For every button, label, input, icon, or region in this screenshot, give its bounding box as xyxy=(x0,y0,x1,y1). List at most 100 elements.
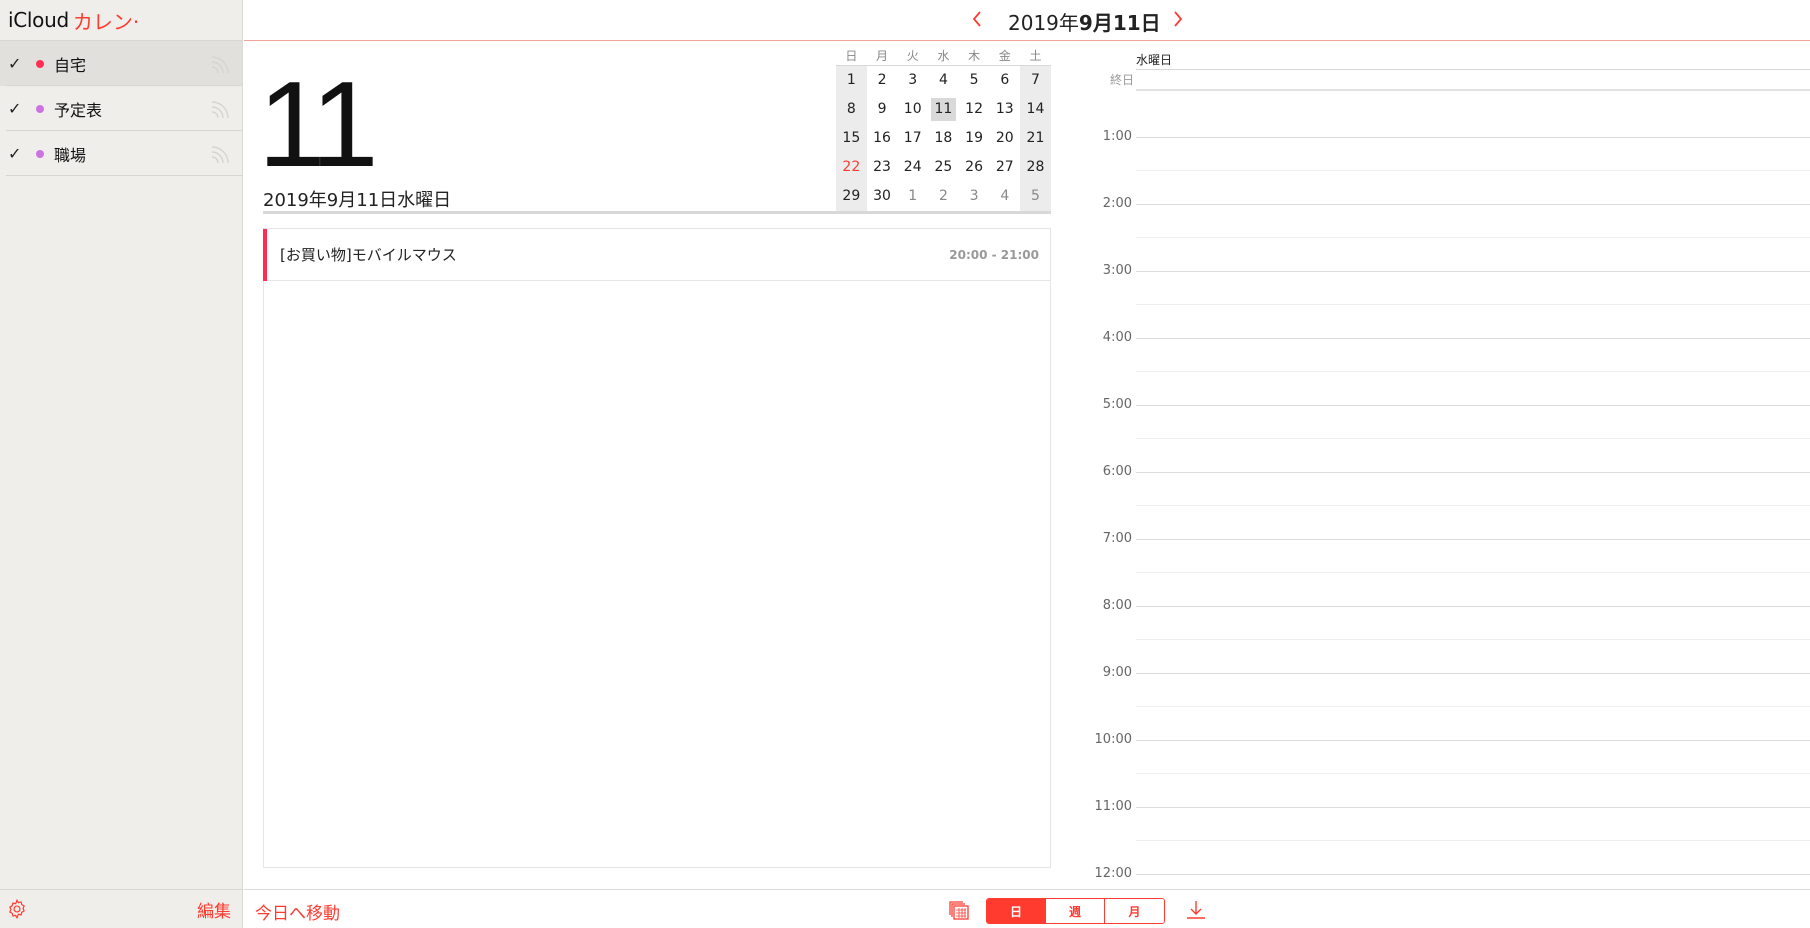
brand-calendar: カレン· xyxy=(72,9,140,34)
calendar-item-label: 予定表 xyxy=(54,100,103,120)
hour-row[interactable]: 5:00 xyxy=(1085,397,1810,472)
hour-line xyxy=(1136,606,1810,607)
day-cell[interactable]: 14 xyxy=(1020,95,1051,124)
half-hour-line xyxy=(1136,706,1810,707)
calendar-item-label: 自宅 xyxy=(54,55,87,75)
day-cell[interactable]: 25 xyxy=(928,153,959,182)
download-icon[interactable] xyxy=(1184,898,1208,922)
day-cell[interactable]: 5 xyxy=(959,66,990,95)
day-cell[interactable]: 2 xyxy=(928,182,959,211)
day-cell[interactable]: 12 xyxy=(959,95,990,124)
event-item[interactable]: [お買い物]モバイルマウス 20:00 - 21:00 xyxy=(263,229,1050,281)
day-cell[interactable]: 10 xyxy=(897,95,928,124)
calendars-stack-icon[interactable] xyxy=(947,899,971,921)
hour-row[interactable]: 6:00 xyxy=(1085,464,1810,539)
day-cell[interactable]: 17 xyxy=(897,124,928,153)
day-cell[interactable]: 20 xyxy=(989,124,1020,153)
hour-row[interactable]: 2:00 xyxy=(1085,196,1810,271)
edit-button[interactable]: 編集 xyxy=(197,897,231,922)
title-date: 9月11日 xyxy=(1078,11,1161,35)
hour-label: 9:00 xyxy=(1102,665,1132,680)
hour-row[interactable]: 8:00 xyxy=(1085,598,1810,673)
half-hour-line xyxy=(1136,840,1810,841)
day-cell[interactable]: 1 xyxy=(897,182,928,211)
day-cell[interactable]: 3 xyxy=(897,66,928,95)
go-to-today-button[interactable]: 今日へ移動 xyxy=(255,899,340,924)
hour-row[interactable]: 3:00 xyxy=(1085,263,1810,338)
day-cell[interactable]: 13 xyxy=(989,95,1020,124)
week-view-button[interactable]: 週 xyxy=(1046,899,1105,923)
day-cell[interactable]: 2 xyxy=(867,66,898,95)
previous-day-button[interactable] xyxy=(966,7,988,31)
month-view-button[interactable]: 月 xyxy=(1105,899,1164,923)
event-title: [お買い物]モバイルマウス xyxy=(280,246,457,264)
day-cell[interactable]: 22 xyxy=(836,153,867,182)
hour-line xyxy=(1136,405,1810,406)
hour-row[interactable]: 7:00 xyxy=(1085,531,1810,606)
hour-label: 3:00 xyxy=(1102,263,1132,278)
day-cell[interactable]: 30 xyxy=(867,182,898,211)
day-cell[interactable]: 1 xyxy=(836,66,867,95)
day-cell[interactable]: 26 xyxy=(959,153,990,182)
day-cell[interactable]: 9 xyxy=(867,95,898,124)
hour-line xyxy=(1136,874,1810,875)
day-cell[interactable]: 29 xyxy=(836,182,867,211)
next-day-button[interactable] xyxy=(1167,7,1189,31)
share-icon[interactable] xyxy=(208,143,232,165)
day-cell[interactable]: 7 xyxy=(1020,66,1051,95)
calendar-color-dot xyxy=(36,104,44,113)
weekday-label: 火 xyxy=(906,49,919,63)
app-title: iCloud カレン· xyxy=(0,0,242,41)
hour-row[interactable]: 1:00 xyxy=(1085,129,1810,204)
check-icon[interactable]: ✓ xyxy=(8,144,30,163)
event-time: 20:00 - 21:00 xyxy=(949,248,1039,262)
hour-row[interactable]: 9:00 xyxy=(1085,665,1810,740)
hour-label: 8:00 xyxy=(1102,598,1132,613)
day-cell[interactable]: 19 xyxy=(959,124,990,153)
day-cell[interactable]: 8 xyxy=(836,95,867,124)
full-date: 2019年9月11日水曜日 xyxy=(263,190,452,211)
share-icon[interactable] xyxy=(208,53,232,75)
hour-label: 2:00 xyxy=(1102,196,1132,211)
half-hour-line xyxy=(1136,304,1810,305)
day-timeline: 水曜日 終日 1:00 2:00 3:00 4:00 5:00 6:00 7:00 8:00 9… xyxy=(1085,41,1810,888)
day-cell[interactable]: 4 xyxy=(989,182,1020,211)
day-cell[interactable]: 15 xyxy=(836,124,867,153)
day-cell[interactable]: 27 xyxy=(989,153,1020,182)
half-hour-line xyxy=(1136,438,1810,439)
day-cell[interactable]: 3 xyxy=(959,182,990,211)
day-cell[interactable]: 28 xyxy=(1020,153,1051,182)
top-bar: 2019年9月11日 xyxy=(244,0,1810,41)
calendar-item-home[interactable]: ✓ 自宅 xyxy=(0,41,242,86)
check-icon[interactable]: ✓ xyxy=(8,99,30,118)
week-row: 8 9 10 11 12 13 14 xyxy=(836,95,1051,124)
calendar-item-work[interactable]: ✓ 職場 xyxy=(0,131,242,176)
day-cell[interactable]: 4 xyxy=(928,66,959,95)
hour-row[interactable]: 10:00 xyxy=(1085,732,1810,807)
calendar-color-dot xyxy=(36,149,44,158)
gear-icon[interactable] xyxy=(6,898,28,920)
day-cell[interactable]: 16 xyxy=(867,124,898,153)
day-cell[interactable]: 5 xyxy=(1020,182,1051,211)
hour-line xyxy=(1136,740,1810,741)
day-cell[interactable]: 18 xyxy=(928,124,959,153)
check-icon[interactable]: ✓ xyxy=(8,54,30,73)
calendar-item-schedule[interactable]: ✓ 予定表 xyxy=(0,86,242,131)
hour-label: 6:00 xyxy=(1102,464,1132,479)
hour-row[interactable]: 12:00 xyxy=(1085,866,1810,888)
half-hour-line xyxy=(1136,572,1810,573)
hour-row[interactable]: 11:00 xyxy=(1085,799,1810,874)
half-hour-line xyxy=(1136,773,1810,774)
week-row: 22 23 24 25 26 27 28 xyxy=(836,153,1051,182)
hour-line xyxy=(1136,539,1810,540)
day-cell[interactable]: 21 xyxy=(1020,124,1051,153)
day-cell[interactable]: 6 xyxy=(989,66,1020,95)
day-cell-selected[interactable]: 11 xyxy=(928,95,959,124)
share-icon[interactable] xyxy=(208,98,232,120)
day-cell[interactable]: 24 xyxy=(897,153,928,182)
hour-row[interactable]: 4:00 xyxy=(1085,330,1810,405)
hour-label: 11:00 xyxy=(1094,799,1132,814)
weekday-label: 月 xyxy=(876,49,889,63)
day-cell[interactable]: 23 xyxy=(867,153,898,182)
day-view-button[interactable]: 日 xyxy=(987,899,1046,923)
